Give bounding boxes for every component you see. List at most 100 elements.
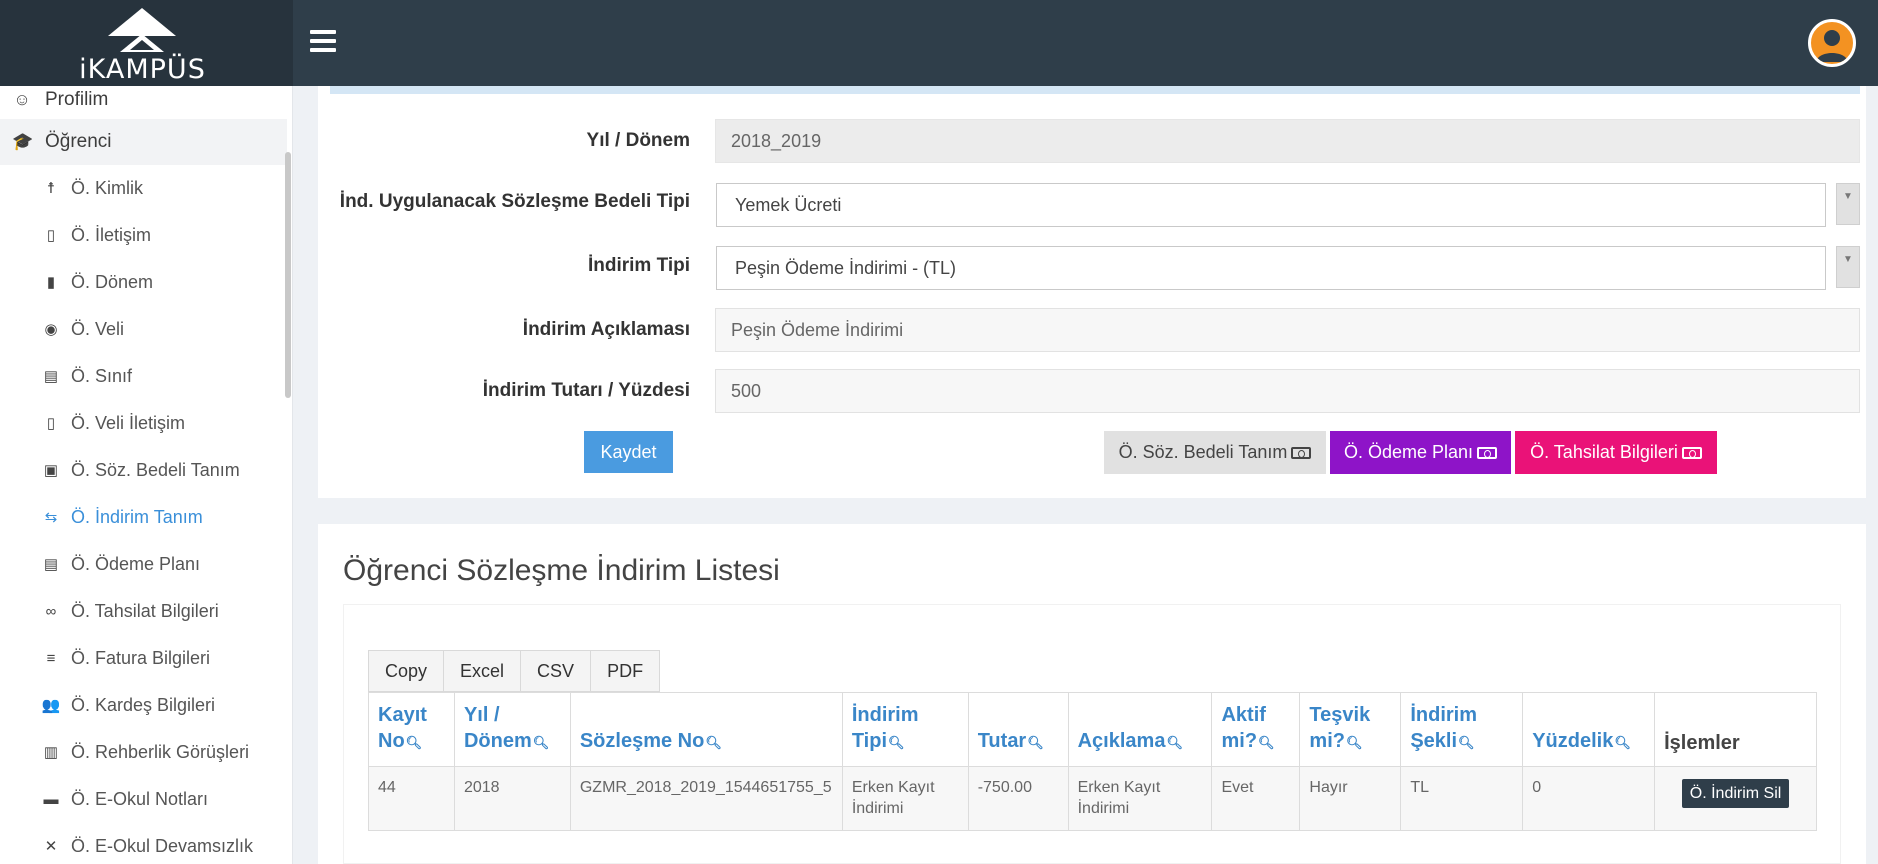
save-button[interactable]: Kaydet — [584, 431, 673, 473]
panel-header-strip — [330, 86, 1860, 94]
sidebar-item-rehberlik[interactable]: ▥ Ö. Rehberlik Görüşleri — [0, 729, 287, 775]
sidebar-scrollbar[interactable] — [285, 152, 291, 398]
money-icon — [1681, 446, 1702, 459]
delete-discount-button[interactable]: Ö. İndirim Sil — [1681, 779, 1790, 808]
search-icon: 🔍︎ — [1166, 735, 1183, 750]
column-header-aciklama[interactable]: Açıklama🔍︎ — [1067, 692, 1213, 767]
sidebar-item-label: Ö. Kimlik — [71, 177, 143, 198]
phone-icon: ▯ — [46, 415, 56, 432]
column-header-tesvik[interactable]: Teşvik mi?🔍︎ — [1299, 692, 1402, 767]
table-header-row: Kayıt No🔍︎ Yıl / Dönem🔍︎ Sözleşme No🔍︎ İnd… — [368, 692, 1817, 767]
search-icon: 🔍︎ — [532, 735, 550, 750]
description-field[interactable]: Peşin Ödeme İndirimi — [715, 308, 1860, 352]
brand-logo[interactable]: iKAMPÜS — [0, 0, 293, 86]
button-label: Ö. Ödeme Planı — [1343, 442, 1474, 462]
column-header-yil-donem[interactable]: Yıl / Dönem🔍︎ — [453, 692, 571, 767]
sidebar-item-soz-bedeli-tanim[interactable]: ▣ Ö. Söz. Bedeli Tanım — [0, 447, 287, 493]
cell-indirim-tipi: Erken Kayıt İndirimi — [841, 766, 969, 831]
search-icon: 🔍︎ — [1258, 735, 1275, 750]
payment-plan-button[interactable]: Ö. Ödeme Planı — [1330, 431, 1511, 474]
user-avatar[interactable] — [1808, 19, 1856, 67]
header-line: Teşvik — [1309, 704, 1371, 726]
discount-type-select[interactable]: Peşin Ödeme İndirimi - (TL) — [716, 246, 1826, 290]
cell-line: İndirimi — [851, 800, 904, 817]
storage-icon: ▤ — [43, 368, 59, 385]
storage-icon: ▬ — [43, 790, 59, 808]
sidebar-item-veli-iletisim[interactable]: ▯ Ö. Veli İletişim — [0, 400, 287, 446]
cell-tesvik: Hayır — [1299, 766, 1402, 831]
search-icon: 🔍︎ — [1027, 735, 1044, 750]
cell-tutar: -750.00 — [967, 766, 1069, 831]
logo-house-icon — [108, 8, 176, 52]
search-icon: 🔍︎ — [1614, 735, 1631, 750]
year-field[interactable]: 2018_2019 — [715, 119, 1860, 163]
discount-table: Kayıt No🔍︎ Yıl / Dönem🔍︎ Sözleşme No🔍︎ İnd… — [368, 692, 1817, 831]
list-title: Öğrenci Sözleşme İndirim Listesi — [343, 554, 780, 587]
column-header-kayit-no[interactable]: Kayıt No🔍︎ — [368, 692, 455, 767]
lines-icon: ≡ — [46, 649, 56, 667]
sidebar-item-iletisim[interactable]: ▯ Ö. İletişim — [0, 212, 287, 258]
description-label: İndirim Açıklaması — [522, 319, 690, 340]
column-header-aktif[interactable]: Aktif mi?🔍︎ — [1211, 692, 1301, 767]
sidebar-item-ogrenci[interactable]: 🎓 Öğrenci — [0, 119, 287, 165]
header-line: mi? — [1221, 730, 1258, 752]
collection-info-button[interactable]: Ö. Tahsilat Bilgileri — [1515, 431, 1717, 474]
sidebar-item-label: Ö. Veli — [71, 318, 125, 339]
chevron-down-icon[interactable]: ▼ — [1836, 183, 1860, 225]
table-row: 44 2018 GZMR_2018_2019_1544651755_5 Erke… — [368, 766, 1817, 831]
header-line: Aktif — [1221, 704, 1266, 726]
csv-button[interactable]: CSV — [521, 651, 592, 691]
link-icon: ∞ — [45, 602, 57, 620]
sidebar-item-fatura[interactable]: ≡ Ö. Fatura Bilgileri — [0, 635, 287, 681]
sidebar-item-veli[interactable]: ◉ Ö. Veli — [0, 306, 287, 352]
sidebar-item-kimlik[interactable]: ☨ Ö. Kimlik — [0, 165, 287, 211]
contract-type-select[interactable]: Yemek Ücreti — [716, 183, 1826, 227]
sidebar-item-sinif[interactable]: ▤ Ö. Sınıf — [0, 353, 287, 399]
sidebar-item-eokul-devamsizlik[interactable]: ✕ Ö. E-Okul Devamsızlık — [0, 823, 287, 864]
close-icon: ✕ — [44, 838, 58, 855]
pdf-button[interactable]: PDF — [591, 651, 660, 691]
chevron-down-icon[interactable]: ▼ — [1836, 246, 1860, 288]
copy-button[interactable]: Copy — [369, 651, 445, 691]
sidebar-item-label: Ö. Veli İletişim — [71, 412, 186, 433]
sidebar-item-label: Profilim — [45, 89, 109, 110]
column-header-tutar[interactable]: Tutar🔍︎ — [967, 692, 1069, 767]
cell-yuzdelik: 0 — [1522, 766, 1656, 831]
eye-icon: ◉ — [44, 321, 58, 338]
sidebar-item-label: Ö. Söz. Bedeli Tanım — [71, 459, 240, 480]
column-header-yuzdelik[interactable]: Yüzdelik🔍︎ — [1522, 692, 1656, 767]
sidebar-item-eokul-notlari[interactable]: ▬ Ö. E-Okul Notları — [0, 776, 287, 822]
sidebar-item-label: Ö. Dönem — [71, 271, 154, 292]
sidebar-item-indirim-tanim[interactable]: ⇆ Ö. İndirim Tanım — [0, 494, 287, 540]
cell-sozlesme-no: GZMR_2018_2019_1544651755_5 — [569, 766, 843, 831]
sidebar-item-profilim[interactable]: ☺ Profilim — [0, 86, 287, 123]
phone-icon: ▯ — [46, 227, 56, 244]
amount-field[interactable]: 500 — [715, 369, 1860, 413]
sidebar-item-donem[interactable]: ▮ Ö. Dönem — [0, 259, 287, 305]
money-icon — [1291, 446, 1312, 459]
header-line: Yüzdelik — [1532, 730, 1614, 752]
cell-sekil: TL — [1400, 766, 1524, 831]
header-line: İndirim — [851, 704, 919, 726]
excel-button[interactable]: Excel — [444, 651, 522, 691]
column-header-sozlesme-no[interactable]: Sözleşme No🔍︎ — [569, 692, 843, 767]
header-line: İşlemler — [1664, 732, 1740, 754]
contract-fee-definition-button[interactable]: Ö. Söz. Bedeli Tanım — [1104, 431, 1326, 474]
header-line: Sözleşme No — [579, 730, 705, 752]
search-icon: 🔍︎ — [888, 735, 905, 750]
sidebar-item-kardes[interactable]: 👥 Ö. Kardeş Bilgileri — [0, 682, 287, 728]
face-icon: ☺ — [13, 90, 31, 109]
year-label: Yıl / Dönem — [586, 130, 690, 151]
export-toolbar: Copy Excel CSV PDF — [368, 650, 661, 692]
sidebar-item-odeme-plani[interactable]: ▤ Ö. Ödeme Planı — [0, 541, 287, 587]
sidebar-item-label: Ö. Sınıf — [71, 365, 133, 386]
top-navbar: iKAMPÜS — [0, 0, 1878, 86]
sidebar-item-label: Ö. Fatura Bilgileri — [71, 647, 211, 668]
column-header-indirim-tipi[interactable]: İndirim Tipi🔍︎ — [841, 692, 969, 767]
sidebar-item-label: Ö. Tahsilat Bilgileri — [71, 600, 219, 621]
search-icon: 🔍︎ — [405, 735, 423, 750]
column-header-indirim-sekli[interactable]: İndirim Şekli🔍︎ — [1400, 692, 1524, 767]
hamburger-menu-icon[interactable] — [310, 30, 336, 52]
discount-type-label: İndirim Tipi — [587, 255, 690, 276]
sidebar-item-tahsilat[interactable]: ∞ Ö. Tahsilat Bilgileri — [0, 588, 287, 634]
